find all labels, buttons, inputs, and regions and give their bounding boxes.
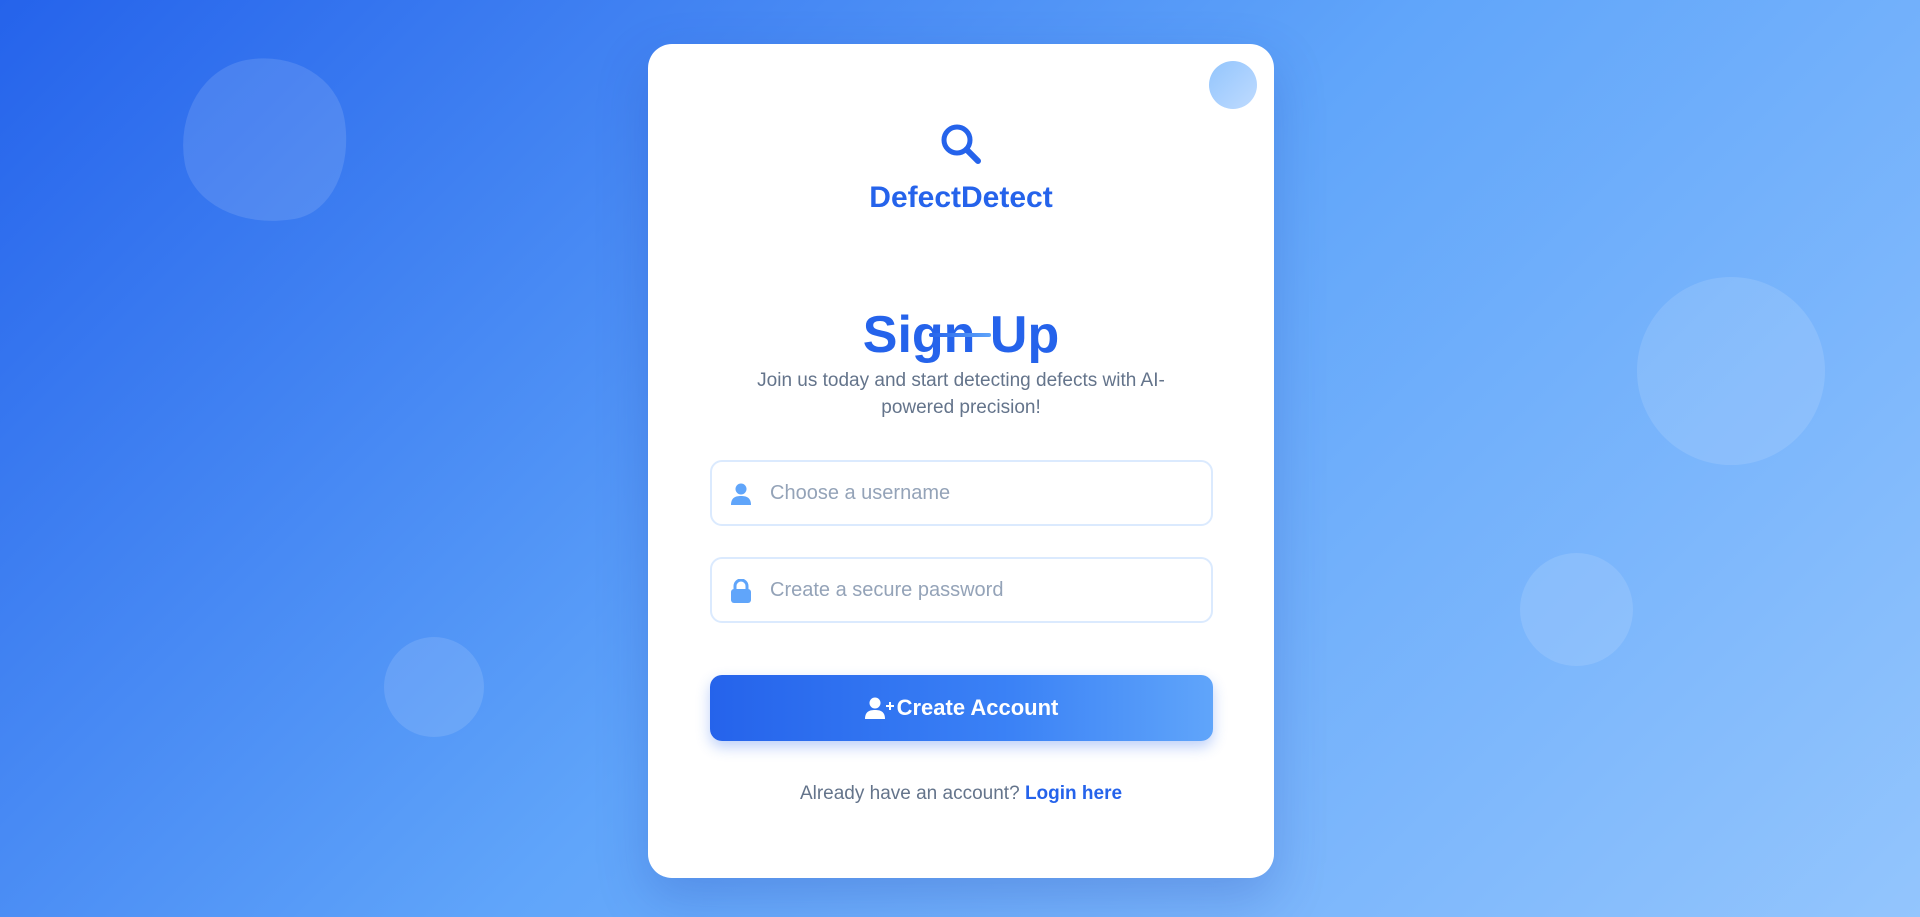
user-plus-icon [864, 697, 894, 719]
background-circle [1637, 277, 1825, 465]
search-icon [941, 124, 981, 164]
logo [649, 121, 1273, 172]
corner-decoration [1209, 61, 1257, 109]
create-account-button[interactable]: Create Account [710, 675, 1213, 741]
subtitle: Join us today and start detecting defect… [757, 370, 1165, 418]
password-field[interactable] [710, 557, 1213, 623]
login-prompt: Already have an account? Login here [649, 783, 1273, 805]
create-account-label: Create Account [896, 695, 1059, 720]
password-input[interactable] [770, 559, 1201, 621]
background-circle [384, 637, 484, 737]
background-circle [1520, 553, 1633, 666]
user-icon [731, 483, 751, 505]
brand-name: DefectDetect [869, 181, 1053, 214]
signup-card: DefectDetect Sign Up Join us today and s… [648, 44, 1274, 878]
username-input[interactable] [770, 462, 1201, 524]
login-prompt-text: Already have an account? [799, 783, 1020, 804]
username-field[interactable] [710, 460, 1213, 526]
lock-icon [731, 579, 751, 603]
login-link[interactable]: Login here [1025, 783, 1122, 804]
background-blob [168, 44, 361, 237]
title-underline [929, 333, 991, 337]
